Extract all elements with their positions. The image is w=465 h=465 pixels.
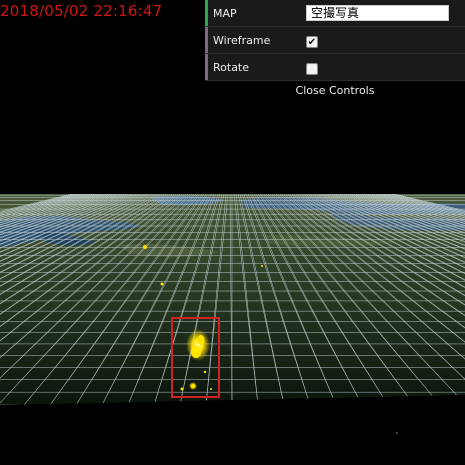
wireframe-label: Wireframe xyxy=(213,33,271,47)
hotspot-marker xyxy=(143,245,147,249)
map-value[interactable]: 空撮写真 xyxy=(306,5,449,21)
rotate-label: Rotate xyxy=(213,60,250,74)
terrain-scene[interactable] xyxy=(0,190,465,465)
controls-panel: MAP 空撮写真 Wireframe ✔ Rotate Close Contro… xyxy=(205,0,465,102)
hotspot-marker xyxy=(160,282,164,286)
map-control: MAP 空撮写真 xyxy=(205,0,465,27)
map-3d-viewport[interactable] xyxy=(0,190,465,465)
timestamp: 2018/05/02 22:16:47 xyxy=(0,2,163,20)
rotate-checkbox[interactable] xyxy=(306,63,318,75)
rotate-control: Rotate xyxy=(205,54,465,81)
map-label: MAP xyxy=(213,6,237,20)
wireframe-checkbox[interactable]: ✔ xyxy=(306,36,318,48)
wireframe-control: Wireframe ✔ xyxy=(205,27,465,54)
dot-marker xyxy=(396,432,398,434)
close-controls-button[interactable]: Close Controls xyxy=(205,81,465,102)
hotspot-marker xyxy=(261,265,263,267)
map-select[interactable]: 空撮写真 xyxy=(306,5,449,21)
